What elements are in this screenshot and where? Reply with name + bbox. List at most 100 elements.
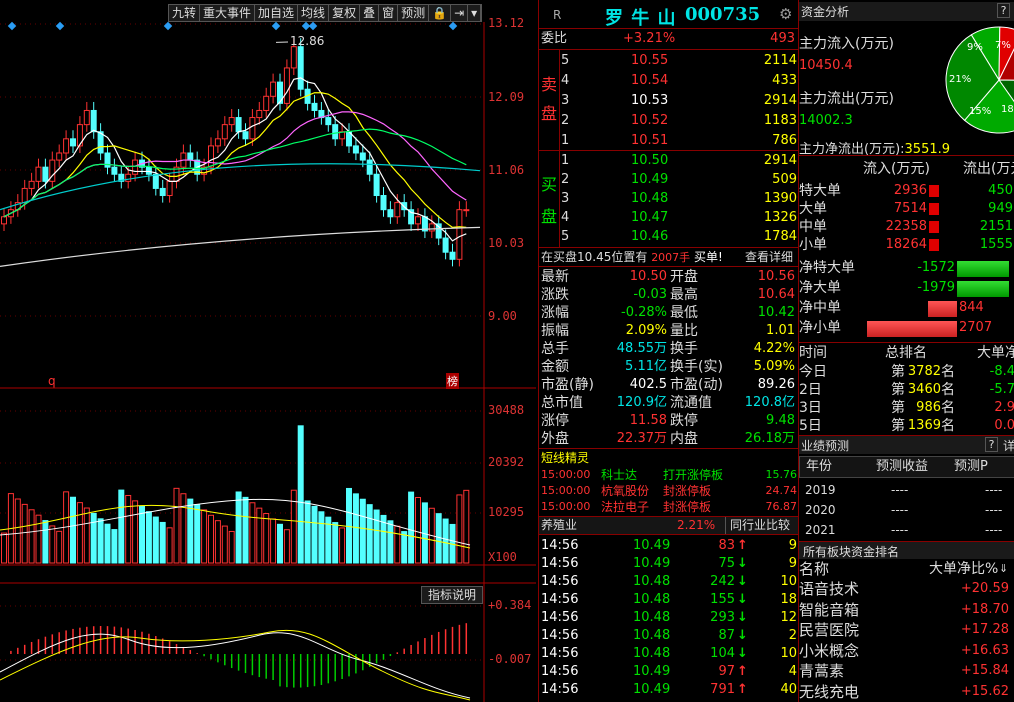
- toolbar-button[interactable]: 均线: [298, 5, 330, 21]
- rank-period: 3日: [799, 400, 822, 416]
- toolbar-button[interactable]: ▾: [468, 5, 482, 21]
- toolbar-button[interactable]: 预测: [398, 5, 430, 21]
- industry-compare-button[interactable]: 同行业比较: [725, 517, 790, 534]
- gear-icon[interactable]: ⚙: [779, 5, 792, 23]
- volume-bar: [56, 530, 63, 564]
- sector-name[interactable]: 民营医院: [799, 621, 859, 639]
- quote-label: 外盘: [541, 431, 569, 447]
- price-axis-label: 12.09: [488, 90, 525, 104]
- quote-value: 22.37万: [616, 431, 667, 446]
- candle-body: [166, 180, 173, 197]
- toolbar-button[interactable]: 🔒: [429, 5, 452, 21]
- volume-bar: [297, 425, 304, 564]
- toolbar-button[interactable]: 九转: [169, 5, 201, 21]
- toolbar-button[interactable]: 重大事件: [200, 5, 256, 21]
- volume-bar: [35, 514, 42, 564]
- toolbar-button[interactable]: 加自选: [255, 5, 299, 21]
- candle-body: [221, 124, 228, 140]
- toolbar-button[interactable]: 窗: [379, 5, 399, 21]
- arrow-down-icon: ↓: [737, 628, 748, 643]
- volume-bar: [90, 512, 97, 564]
- sprite-stock[interactable]: 法拉电子: [601, 499, 649, 515]
- tick-price: 10.48: [633, 592, 671, 607]
- sprite-price: 24.74: [765, 484, 798, 497]
- sector-header: 大单净比%: [929, 561, 999, 577]
- sprite-stock[interactable]: 科士达: [601, 467, 637, 483]
- volume-unit-label: X100: [488, 550, 517, 564]
- forecast-col-header: 年份 预测收益 预测P: [799, 456, 1014, 478]
- flow-in-bar: [929, 185, 939, 197]
- volume-bar: [159, 521, 166, 564]
- tick-time: 14:56: [541, 556, 579, 571]
- tick-count: 12: [780, 610, 797, 625]
- help-icon[interactable]: ?: [997, 3, 1010, 18]
- sector-name[interactable]: 无线充电: [799, 683, 859, 701]
- candle-body: [132, 159, 139, 175]
- chart-toolbar: 九转 重大事件 加自选 均线 复权叠窗预测 🔒 ⇥ ▾: [168, 4, 483, 22]
- volume-bar: [242, 496, 249, 564]
- tick-price: 10.48: [633, 628, 671, 643]
- net-bar: [928, 301, 957, 317]
- candle-body: [394, 202, 401, 218]
- forecast-year: 2021: [805, 523, 836, 537]
- sector-name[interactable]: 青蒿素: [799, 662, 844, 680]
- order-volume: 1183: [763, 113, 797, 128]
- tick-price: 10.49: [633, 664, 671, 679]
- sprite-event: 封涨停板: [663, 500, 712, 514]
- industry-bar: 养殖业 2.21% 同行业比较: [539, 516, 799, 535]
- price-axis-label: 9.00: [488, 309, 517, 323]
- flow-row-label: 中单: [799, 219, 827, 235]
- net-value: 844: [959, 300, 984, 315]
- sector-name[interactable]: 智能音箱: [799, 601, 859, 619]
- forecast-detail-link[interactable]: 详: [1003, 437, 1014, 454]
- volume-bar: [132, 500, 139, 564]
- tick-count: 10: [780, 646, 797, 661]
- candle-body: [249, 117, 256, 140]
- toolbar-button[interactable]: ⇥: [451, 5, 469, 21]
- rank-badge[interactable]: 榜: [446, 373, 459, 389]
- sort-down-icon[interactable]: ⇓: [999, 562, 1008, 575]
- main-outflow-label: 主力流出(万元): [799, 91, 894, 107]
- forecast-header: 预测P: [954, 459, 988, 474]
- fund-header: 资金分析 ?: [799, 2, 1014, 21]
- forecast-pe: ----: [985, 483, 1003, 497]
- flow-table: 流入(万元) 流出(万元) 特大单 2936 450 大单 7514 949 中单 22358 21…: [799, 160, 1014, 256]
- weibi-row: 委比 +3.21% 493: [541, 30, 797, 48]
- view-detail-link[interactable]: 查看详细: [745, 248, 793, 266]
- sector-name[interactable]: 语音技术: [799, 580, 859, 598]
- tick-volume: 83: [718, 538, 735, 553]
- fund-title: 资金分析: [801, 5, 850, 19]
- volume-bar: [125, 494, 132, 564]
- stock-mark: R: [553, 8, 562, 22]
- indicator-axis-label: +0.384: [488, 598, 532, 612]
- volume-bar: [235, 491, 242, 564]
- sprite-title[interactable]: 短线精灵: [541, 449, 589, 467]
- indicator-help-button[interactable]: 指标说明: [421, 586, 483, 604]
- toolbar-button[interactable]: 复权: [329, 5, 361, 21]
- flow-row-label: 大单: [799, 201, 827, 217]
- candle-body: [208, 145, 214, 168]
- rank-value: 3782: [907, 364, 941, 379]
- sprite-stock[interactable]: 杭氧股份: [601, 483, 649, 499]
- sprite-time: 15:00:00: [541, 500, 591, 513]
- sector-name[interactable]: 小米概念: [799, 642, 859, 660]
- sprite-price: 76.87: [765, 500, 798, 513]
- flow-header: 流入(万元): [863, 161, 930, 177]
- buy-book: 1 10.50 2914 2 10.49 509 3 10.48 1390 4 10.47 1326 5…: [539, 151, 799, 247]
- quote-label: 流通值: [670, 395, 712, 411]
- volume-bar: [277, 523, 283, 564]
- quote-value: 11.58: [629, 413, 667, 428]
- quote-value: 120.8亿: [744, 395, 795, 410]
- order-price: 10.51: [631, 133, 669, 148]
- help-icon[interactable]: ?: [985, 437, 998, 452]
- rank-period: 今日: [799, 364, 827, 380]
- toolbar-button[interactable]: 叠: [360, 5, 380, 21]
- flow-in-value: 7514: [893, 201, 927, 216]
- candle-body: [21, 187, 28, 204]
- quote-value: 120.9亿: [616, 395, 667, 410]
- net-bar: [867, 321, 957, 337]
- pie-label: 15%: [969, 106, 991, 117]
- order-volume: 433: [772, 73, 797, 88]
- candle-body: [297, 46, 304, 90]
- quote-label: 开盘: [670, 269, 698, 285]
